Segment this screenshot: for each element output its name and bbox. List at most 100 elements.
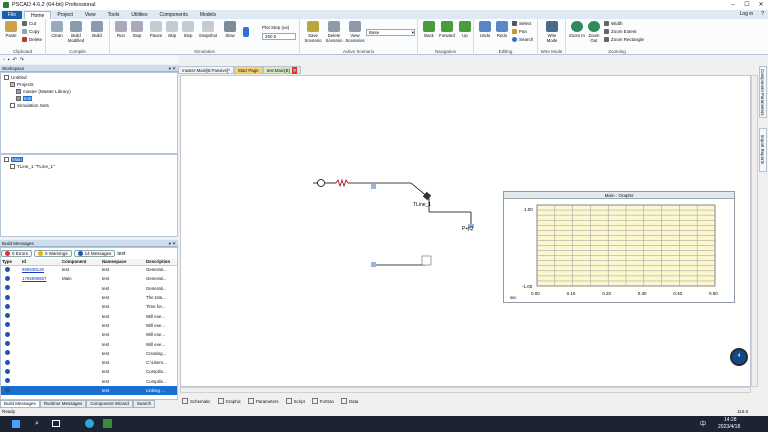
build-button[interactable]: Build	[88, 21, 106, 38]
tab-runtime-messages[interactable]: Runtime Messages	[39, 400, 87, 408]
select-button[interactable]: Select	[512, 21, 532, 26]
errors-filter[interactable]: 0 Errors	[1, 250, 33, 257]
forward-button[interactable]: Forward	[438, 21, 456, 38]
stop-button[interactable]: Stop	[128, 21, 146, 38]
cut-button[interactable]: Cut	[22, 21, 36, 26]
close-icon[interactable]: ✕	[754, 0, 768, 10]
login-button[interactable]: Log in	[740, 11, 754, 17]
hierarchy-child[interactable]: TLine_1 "TLine_1"	[10, 164, 55, 169]
table-row[interactable]: test Will exe...	[1, 339, 177, 348]
tab-script[interactable]: Script	[284, 397, 307, 405]
tab-tools[interactable]: Tools	[102, 11, 126, 19]
table-row[interactable]: test Compilin...	[1, 367, 177, 376]
close-icon[interactable]: ▾ ✕	[169, 65, 176, 72]
tline-icon[interactable]	[422, 191, 432, 201]
speed-slider[interactable]	[241, 21, 251, 38]
tree-item-master[interactable]: master (Master Library)	[16, 89, 71, 94]
tab-parameters[interactable]: Parameters	[246, 397, 281, 405]
search-button[interactable]: Search	[512, 37, 533, 42]
table-row[interactable]: 899538128 test test Generati...	[1, 265, 177, 274]
graph-frame[interactable]: Main : Graphs 1.00 -1.00 sec 0.00 0.10 0.2…	[503, 191, 735, 303]
table-row[interactable]: test C:\Users...	[1, 358, 177, 367]
zoom-extent-button[interactable]: Zoom Extent	[604, 29, 637, 34]
tab-utilities[interactable]: Utilities	[125, 11, 153, 19]
table-row[interactable]: 1765999687 Main test Generati...	[1, 274, 177, 283]
save-scenario-button[interactable]: Save Scenario	[303, 21, 323, 43]
progress-badge[interactable]: 4	[730, 348, 748, 366]
zoom-out-button[interactable]: Zoom Out	[585, 21, 603, 43]
tab-components[interactable]: Components	[153, 11, 193, 19]
namespace-filter[interactable]: test	[117, 251, 125, 257]
scenario-select[interactable]: Base ▾	[366, 29, 415, 36]
slow-button[interactable]: Slow	[221, 21, 239, 38]
table-row[interactable]: test Will exe...	[1, 321, 177, 330]
zoom-rectangle-button[interactable]: Zoom Rectangle	[604, 37, 644, 42]
pan-button[interactable]: Pan	[512, 29, 527, 34]
delete-scenario-button[interactable]: Delete Scenario	[324, 21, 344, 43]
tab-build-messages[interactable]: Build Messages	[0, 400, 40, 408]
pscad-icon[interactable]	[103, 419, 112, 428]
save-icon[interactable]: ▪	[8, 57, 10, 63]
redo-button[interactable]: Redo	[493, 21, 511, 38]
output-block-icon[interactable]	[421, 255, 432, 266]
warnings-filter[interactable]: 0 Warnings	[34, 250, 72, 257]
help-icon[interactable]: ?	[761, 11, 764, 17]
table-row[interactable]: test The tota...	[1, 293, 177, 302]
tab-master-main[interactable]: master:Main[B:Passive]*	[178, 66, 234, 74]
table-row[interactable]: test Creating...	[1, 349, 177, 358]
undo-button[interactable]: Undo	[476, 21, 494, 38]
tab-models[interactable]: Models	[194, 11, 222, 19]
up-button[interactable]: Up	[456, 21, 474, 38]
table-row[interactable]: test Linking ...	[1, 385, 177, 396]
tab-import-reports[interactable]: Import Reports	[759, 128, 767, 172]
file-menu-button[interactable]: File	[2, 11, 22, 19]
minimize-icon[interactable]: –	[726, 0, 740, 10]
copy-button[interactable]: Copy	[22, 29, 40, 34]
plot-step-input[interactable]: 250.0	[262, 33, 296, 40]
undo-small-icon[interactable]: ↶	[13, 57, 17, 63]
tab-start-page[interactable]: Start Page	[233, 66, 263, 74]
table-row[interactable]: test Will exe...	[1, 311, 177, 320]
zoom-in-button[interactable]: Zoom In	[568, 21, 586, 38]
zoom-width-button[interactable]: Width	[604, 21, 623, 26]
table-row[interactable]: test Will exe...	[1, 330, 177, 339]
tree-item-untitled[interactable]: Untitled	[4, 75, 27, 80]
search-icon[interactable]: ⌕	[35, 420, 39, 428]
messages-filter[interactable]: 14 Messages	[73, 250, 116, 257]
new-icon[interactable]: ▫	[3, 57, 5, 63]
view-scenarios-button[interactable]: View Scenarios	[345, 21, 365, 43]
tab-project[interactable]: Project	[51, 11, 79, 19]
tree-item-test[interactable]: test	[16, 96, 33, 101]
voltage-source-icon[interactable]	[317, 179, 325, 187]
language-indicator[interactable]: 中	[700, 419, 706, 428]
delete-button[interactable]: Delete	[22, 37, 42, 42]
schematic-canvas[interactable]: TLine_1 P+jQ Main : Graphs 1.00 -1.00 se…	[180, 75, 751, 387]
wire-mode-button[interactable]: Wire Mode	[543, 21, 561, 43]
back-button[interactable]: Back	[420, 21, 438, 38]
tab-component-parameters[interactable]: Component Parameters	[759, 66, 767, 118]
clean-button[interactable]: Clean	[48, 21, 66, 38]
build-modified-button[interactable]: Build Modified	[67, 21, 85, 43]
table-row[interactable]: test Time for...	[1, 302, 177, 311]
task-view-icon[interactable]	[52, 420, 60, 427]
close-tab-icon[interactable]: ✕	[291, 66, 298, 74]
tab-home[interactable]: Home	[24, 11, 52, 19]
paste-button[interactable]: Paste	[2, 21, 20, 38]
tab-data[interactable]: Data	[339, 397, 360, 405]
tab-fortran[interactable]: Fortran	[310, 397, 336, 405]
maximize-icon[interactable]: ☐	[740, 0, 754, 10]
tab-test-main[interactable]: test:Main[B] ✕	[262, 66, 302, 74]
meter-icon[interactable]	[371, 184, 376, 189]
step-button[interactable]: Step	[179, 21, 197, 38]
vertical-scrollbar[interactable]	[751, 75, 758, 387]
tab-component-wizard[interactable]: Component Wizard	[86, 400, 133, 408]
redo-small-icon[interactable]: ↷	[20, 57, 24, 63]
table-row[interactable]: test Compilin...	[1, 377, 177, 386]
tree-item-projects[interactable]: Projects	[10, 82, 34, 87]
output-node-icon[interactable]	[371, 262, 376, 267]
resistor-icon[interactable]	[335, 178, 349, 188]
tab-schematic[interactable]: Schematic	[180, 397, 213, 405]
tab-search[interactable]: Search	[132, 400, 156, 408]
edge-icon[interactable]	[85, 419, 94, 428]
tab-view[interactable]: View	[79, 11, 102, 19]
